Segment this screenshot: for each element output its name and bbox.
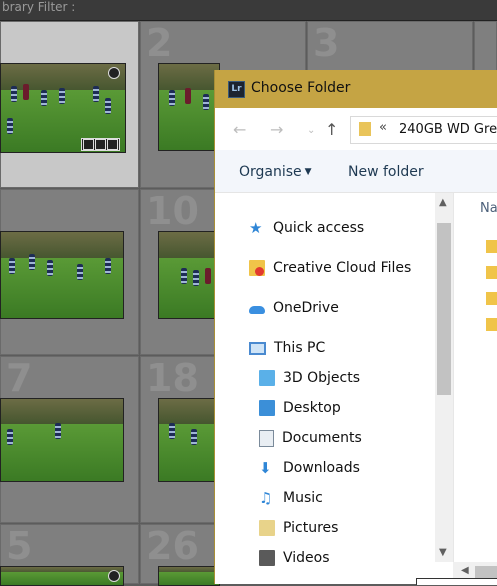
nav-pictures[interactable]: Pictures	[259, 516, 338, 540]
videos-icon	[259, 550, 275, 566]
photo-thumbnail[interactable]	[158, 231, 220, 319]
photo-thumbnail[interactable]	[158, 63, 220, 151]
nav-desktop[interactable]: Desktop	[259, 396, 341, 420]
cell-index: 2	[146, 21, 173, 65]
music-note-icon: ♫	[259, 489, 273, 507]
library-filter-label: brary Filter :	[2, 0, 76, 14]
photo-thumbnail[interactable]	[158, 566, 220, 586]
nav-videos[interactable]: Videos	[259, 546, 330, 570]
new-folder-button[interactable]: New folder	[348, 164, 424, 180]
nav-quick-access[interactable]: ★ Quick access	[249, 216, 364, 240]
star-icon: ★	[249, 219, 263, 237]
nav-this-pc[interactable]: This PC	[249, 336, 325, 360]
folder-icon[interactable]	[486, 240, 497, 253]
folder-icon[interactable]	[486, 266, 497, 279]
selection-circle-icon[interactable]	[108, 67, 120, 79]
scroll-thumb[interactable]	[437, 223, 451, 395]
documents-icon	[259, 429, 274, 447]
nav-onedrive[interactable]: OneDrive	[249, 296, 339, 320]
grid-cell[interactable]	[0, 189, 139, 355]
desktop-icon	[259, 400, 275, 416]
cell-index: 7	[6, 356, 33, 400]
organise-button[interactable]: Organise ▼	[239, 164, 312, 180]
name-column-header[interactable]: Na	[480, 201, 497, 216]
computer-icon	[249, 341, 266, 355]
nav-pane-scrollbar[interactable]: ▲ ▼	[435, 193, 453, 562]
photo-thumbnail[interactable]	[0, 566, 124, 586]
library-filter-bar: brary Filter :	[0, 0, 497, 21]
photo-thumbnail[interactable]	[0, 398, 124, 482]
cell-index: 10	[146, 189, 199, 233]
cell-index: 5	[6, 524, 33, 568]
folder-icon[interactable]	[486, 292, 497, 305]
nav-documents[interactable]: Documents	[259, 426, 362, 450]
scroll-left-icon[interactable]: ◀	[461, 565, 469, 576]
nav-3d-objects[interactable]: 3D Objects	[259, 366, 360, 390]
metadata-badges-icon[interactable]	[81, 138, 120, 151]
grid-cell[interactable]: 5	[0, 524, 139, 586]
grid-cell[interactable]: 7	[0, 356, 139, 523]
photo-thumbnail[interactable]	[158, 398, 220, 482]
path-overflow-icon[interactable]: «	[379, 120, 387, 135]
cell-index: 18	[146, 356, 199, 400]
command-bar: Organise ▼ New folder	[215, 150, 497, 193]
up-arrow-icon[interactable]: ↑	[325, 120, 338, 139]
folder-icon	[359, 122, 371, 136]
address-navbar: ← → ⌄ ↑ « 240GB WD Gre	[215, 108, 497, 150]
cell-index: 3	[313, 21, 340, 65]
dialog-titlebar[interactable]: Lr Choose Folder	[215, 70, 497, 108]
dialog-title: Choose Folder	[251, 80, 351, 96]
address-bar[interactable]: « 240GB WD Gre	[350, 116, 497, 144]
download-arrow-icon: ⬇	[259, 459, 272, 477]
cell-index: 26	[146, 524, 199, 568]
selection-circle-icon[interactable]	[108, 570, 120, 582]
back-arrow-icon[interactable]: ←	[233, 120, 246, 139]
recent-locations-chevron-icon[interactable]: ⌄	[307, 125, 315, 136]
navigation-pane: ★ Quick access Creative Cloud Files OneD…	[215, 193, 435, 584]
grid-cell-selected[interactable]	[0, 21, 139, 188]
scroll-up-icon[interactable]: ▲	[439, 197, 447, 208]
nav-creative-cloud[interactable]: Creative Cloud Files	[249, 256, 411, 280]
lightroom-icon: Lr	[228, 81, 245, 98]
creative-cloud-folder-icon	[249, 260, 265, 276]
nav-music[interactable]: ♫ Music	[259, 486, 323, 510]
folder-content-pane: Na	[453, 193, 497, 584]
pictures-icon	[259, 520, 275, 536]
photo-thumbnail[interactable]	[0, 231, 124, 319]
chevron-down-icon: ▼	[304, 167, 312, 177]
choose-folder-dialog: Lr Choose Folder ← → ⌄ ↑ « 240GB WD Gre …	[214, 70, 497, 585]
address-path: 240GB WD Gre	[399, 122, 497, 137]
3d-objects-icon	[259, 370, 275, 386]
scroll-down-icon[interactable]: ▼	[439, 547, 447, 558]
forward-arrow-icon[interactable]: →	[270, 120, 283, 139]
folder-icon[interactable]	[486, 318, 497, 331]
nav-downloads[interactable]: ⬇ Downloads	[259, 456, 360, 480]
onedrive-cloud-icon	[249, 306, 265, 314]
